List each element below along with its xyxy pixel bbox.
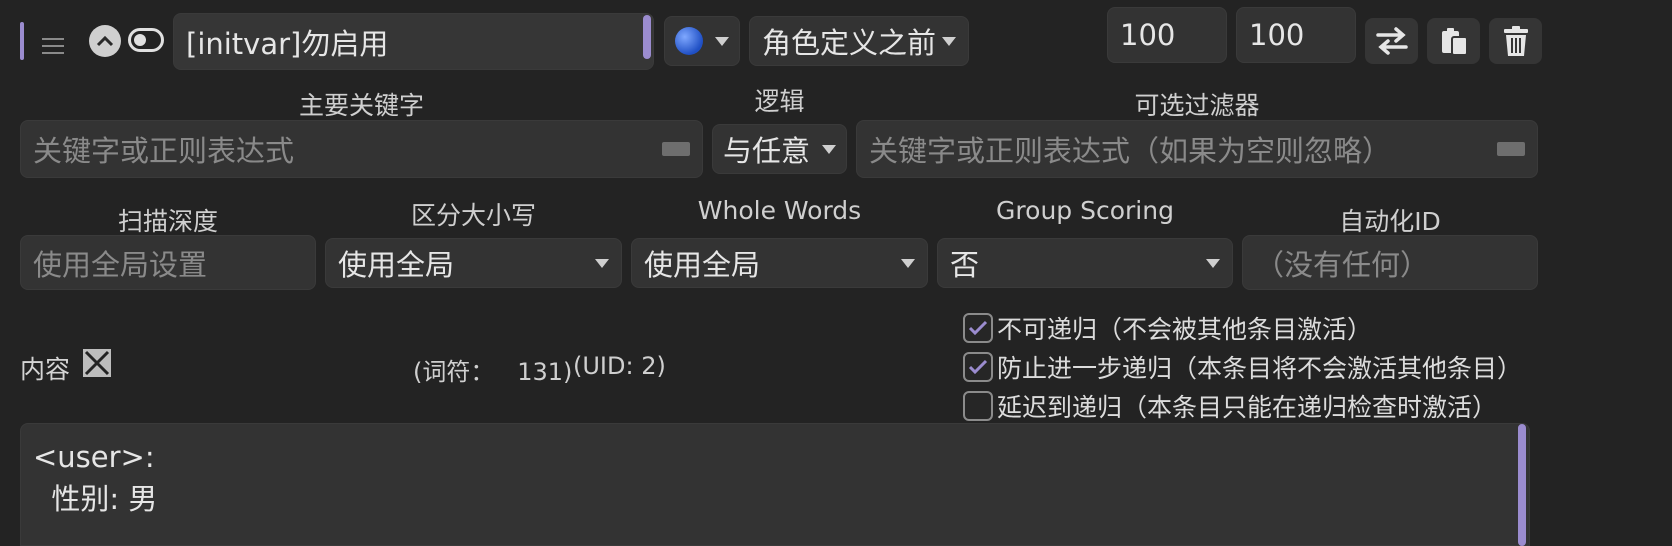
drag-handle-icon[interactable] — [42, 38, 64, 54]
checkbox-label: 延迟到递归（本条目只能在递归检查时激活） — [997, 393, 1498, 422]
optional-filter-placeholder: 关键字或正则表达式（如果为空则忽略） — [869, 134, 1392, 168]
chevron-down-icon — [822, 144, 836, 154]
keyboard-icon[interactable] — [1497, 142, 1525, 156]
group-scoring-label: Group Scoring — [996, 196, 1174, 225]
primary-keywords-input[interactable]: 关键字或正则表达式 — [20, 120, 703, 178]
checkbox-prevent-recursion[interactable]: 防止进一步递归（本条目将不会激活其他条目） — [963, 349, 1522, 385]
status-select[interactable] — [664, 16, 740, 66]
logic-value: 与任意 — [723, 134, 811, 168]
order-value: 100 — [1120, 18, 1176, 52]
content-label: 内容 — [20, 355, 71, 384]
probability-input[interactable]: 100 — [1236, 7, 1356, 63]
uid-text: (UID: 2) — [573, 352, 666, 380]
content-scrollbar[interactable] — [1518, 424, 1526, 546]
automation-id-label: 自动化ID — [1339, 207, 1441, 236]
swap-arrows-icon — [1375, 27, 1408, 55]
move-button[interactable] — [1365, 18, 1418, 64]
optional-filter-label: 可选过滤器 — [1134, 91, 1260, 120]
entry-title-input[interactable]: [initvar]勿启用 — [173, 13, 654, 70]
primary-keywords-label: 主要关键字 — [298, 91, 424, 120]
case-sensitive-select[interactable]: 使用全局 — [325, 238, 622, 288]
entry-title: [initvar]勿启用 — [186, 26, 389, 61]
automation-id-input[interactable]: （没有任何） — [1242, 235, 1538, 290]
checkbox-label: 防止进一步递归（本条目将不会激活其他条目） — [997, 354, 1523, 383]
checkbox-delay-recursion[interactable]: 延迟到递归（本条目只能在递归检查时激活） — [963, 388, 1497, 424]
group-scoring-select[interactable]: 否 — [937, 238, 1233, 288]
copy-button[interactable] — [1427, 18, 1480, 64]
content-line: 性别: 男 — [33, 482, 158, 516]
chevron-down-icon — [595, 258, 609, 268]
primary-keywords-placeholder: 关键字或正则表达式 — [33, 134, 295, 168]
logic-select[interactable]: 与任意 — [712, 124, 847, 174]
position-value: 角色定义之前 — [762, 26, 937, 60]
whole-words-label: Whole Words — [697, 196, 862, 225]
checkbox-label: 不可递归（不会被其他条目激活） — [997, 315, 1373, 344]
title-scrollbar[interactable] — [643, 15, 651, 59]
probability-value: 100 — [1249, 18, 1305, 52]
token-count: (词符： 131) — [413, 358, 573, 386]
group-scoring-value: 否 — [950, 248, 980, 282]
checkbox-non-recursive[interactable]: 不可递归（不会被其他条目激活） — [963, 310, 1372, 346]
trash-icon — [1503, 26, 1528, 56]
scan-depth-label: 扫描深度 — [117, 207, 218, 236]
chevron-down-icon — [1206, 258, 1220, 268]
toggle-icon[interactable] — [128, 28, 164, 52]
logic-label: 逻辑 — [754, 87, 805, 116]
chevron-down-icon — [901, 258, 915, 268]
optional-filter-input[interactable]: 关键字或正则表达式（如果为空则忽略） — [856, 120, 1538, 178]
check-icon[interactable] — [963, 313, 993, 343]
checkbox-empty[interactable] — [963, 391, 993, 421]
chevron-down-icon — [715, 36, 729, 46]
case-sensitive-label: 区分大小写 — [410, 201, 536, 230]
whole-words-value: 使用全局 — [644, 248, 761, 282]
content-line: <user>: — [33, 440, 155, 474]
clipboard-icon — [1441, 28, 1468, 56]
position-select[interactable]: 角色定义之前 — [749, 16, 969, 66]
expand-arrows-icon[interactable] — [82, 348, 112, 382]
chevron-up-icon[interactable] — [89, 25, 121, 57]
case-sensitive-value: 使用全局 — [338, 248, 455, 282]
accent-bar — [20, 22, 24, 60]
content-textarea[interactable]: <user>: 性别: 男 — [20, 423, 1530, 546]
order-input[interactable]: 100 — [1107, 7, 1227, 63]
keyboard-icon[interactable] — [662, 142, 690, 156]
chevron-down-icon — [942, 36, 956, 46]
automation-id-placeholder: （没有任何） — [1255, 247, 1430, 282]
scan-depth-placeholder: 使用全局设置 — [33, 247, 208, 282]
blue-circle-icon — [675, 27, 703, 55]
scan-depth-input[interactable]: 使用全局设置 — [20, 235, 316, 290]
delete-button[interactable] — [1489, 18, 1542, 64]
check-icon[interactable] — [963, 352, 993, 382]
whole-words-select[interactable]: 使用全局 — [631, 238, 928, 288]
